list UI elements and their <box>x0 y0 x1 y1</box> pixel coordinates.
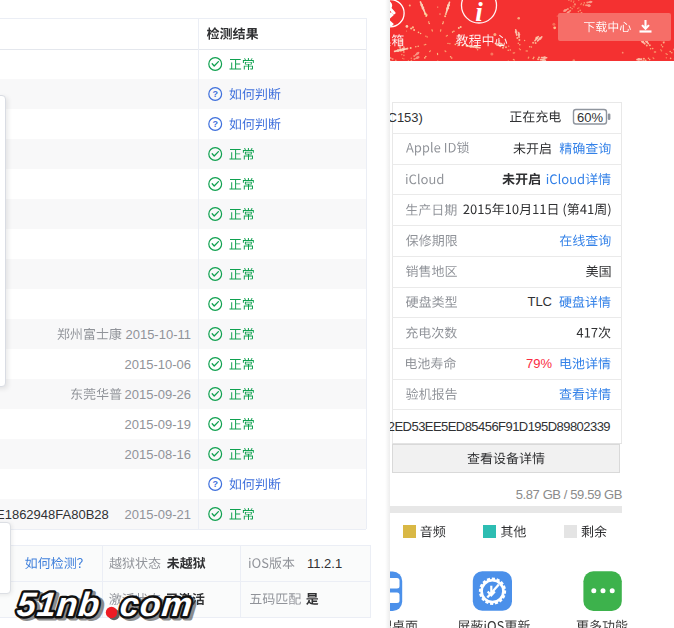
svg-text:i: i <box>475 0 483 27</box>
svg-text:51nb: 51nb <box>15 585 102 623</box>
svg-text:com: com <box>118 585 195 623</box>
svg-text:?: ? <box>212 89 218 99</box>
svg-text:?: ? <box>212 479 218 489</box>
svg-text:?: ? <box>212 119 218 129</box>
svg-text:60%: 60% <box>577 110 603 125</box>
